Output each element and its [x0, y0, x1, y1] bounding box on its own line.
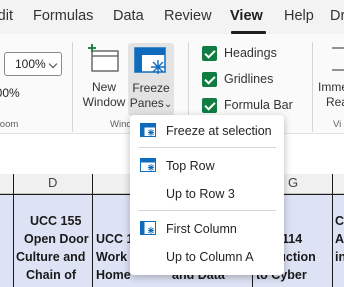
column-border	[13, 174, 14, 287]
cell-d-line-4: Chain of	[26, 268, 76, 282]
chevron-down-icon: ⌄	[163, 99, 173, 110]
chevron-down-icon	[48, 59, 58, 69]
gridlines-label: Gridlines	[224, 72, 274, 86]
immersive-reader-label-2: Rea	[326, 95, 344, 109]
cell-d-line-2: Open Door	[24, 232, 89, 246]
cell-d-line-1: UCC 155	[30, 214, 82, 228]
tab-edit[interactable]: Edit	[0, 8, 13, 24]
tab-help[interactable]: Help	[284, 8, 314, 24]
freeze-panes-label-2: Panes	[129, 96, 164, 110]
menu-separator	[138, 147, 276, 148]
cell-g-line-1: 114	[282, 232, 303, 246]
headings-checkbox[interactable]	[202, 46, 217, 61]
freeze-panes-menu: Freeze at selection Top Row Up to Row 3 …	[130, 115, 284, 275]
cell-d-line-3: Culture and	[16, 250, 86, 264]
menu-item-label: Freeze at selection	[166, 124, 272, 138]
headings-label: Headings	[224, 46, 277, 60]
menu-separator	[138, 210, 276, 211]
group-divider	[72, 42, 73, 132]
menu-bar: Edit Formulas Data Review View Help Dr	[0, 0, 344, 34]
menu-item-label: Up to Column A	[166, 250, 254, 264]
freeze-first-column-icon	[140, 221, 156, 235]
zoom-select-value: 100%	[15, 57, 46, 71]
freeze-selection-icon	[140, 123, 156, 137]
cell-e-line-1: UCC 1	[96, 232, 134, 246]
cell-e-line-3: Home	[96, 268, 131, 282]
zoom-group-label: Zoom	[0, 119, 19, 130]
cell-h-line-3: in	[335, 250, 344, 264]
immersive-reader-icon	[332, 47, 344, 71]
zoom-select[interactable]: 100%	[4, 52, 62, 76]
freeze-top-row-icon	[140, 158, 156, 172]
menu-item-label: First Column	[166, 222, 237, 236]
column-header-d[interactable]: D	[48, 175, 57, 190]
gridlines-checkbox[interactable]	[202, 72, 217, 87]
cell-h-line-1: C	[335, 214, 344, 228]
zoom-100-button[interactable]: 100%	[0, 86, 20, 100]
immersive-reader-button[interactable]: Imme Rea	[318, 44, 344, 116]
group-divider	[312, 42, 313, 132]
tab-data[interactable]: Data	[113, 8, 144, 24]
view-group-label: Vi	[333, 119, 342, 130]
new-window-label-1: New	[91, 80, 116, 94]
menu-item-freeze-at-selection[interactable]: Freeze at selection	[130, 118, 284, 144]
freeze-panes-label-1: Freeze	[132, 81, 170, 95]
menu-item-up-to-row-3[interactable]: Up to Row 3	[130, 181, 284, 207]
menu-item-first-column[interactable]: First Column	[130, 216, 284, 242]
menu-item-label: Top Row	[166, 159, 215, 173]
new-window-label-2: Window	[82, 95, 126, 109]
menu-item-up-to-column-a[interactable]: Up to Column A	[130, 244, 284, 270]
menu-item-label: Up to Row 3	[166, 187, 235, 201]
immersive-reader-label-1: Imme	[318, 80, 344, 94]
column-border	[92, 174, 93, 287]
tab-draw[interactable]: Dr	[330, 8, 344, 24]
freeze-panes-icon	[134, 47, 166, 74]
cell-h-line-2: A	[335, 232, 344, 246]
new-window-icon	[88, 44, 119, 72]
menu-item-top-row[interactable]: Top Row	[130, 153, 284, 179]
formula-bar-checkbox[interactable]	[202, 98, 217, 113]
tab-review[interactable]: Review	[164, 8, 212, 24]
column-border	[332, 174, 333, 287]
tab-view[interactable]: View	[230, 8, 263, 24]
formula-bar-label: Formula Bar	[224, 98, 293, 112]
tab-formulas[interactable]: Formulas	[33, 8, 93, 24]
column-header-g[interactable]: G	[288, 175, 298, 190]
new-window-button[interactable]: New Window	[80, 44, 128, 116]
cell-e-line-2: Work	[96, 250, 128, 264]
